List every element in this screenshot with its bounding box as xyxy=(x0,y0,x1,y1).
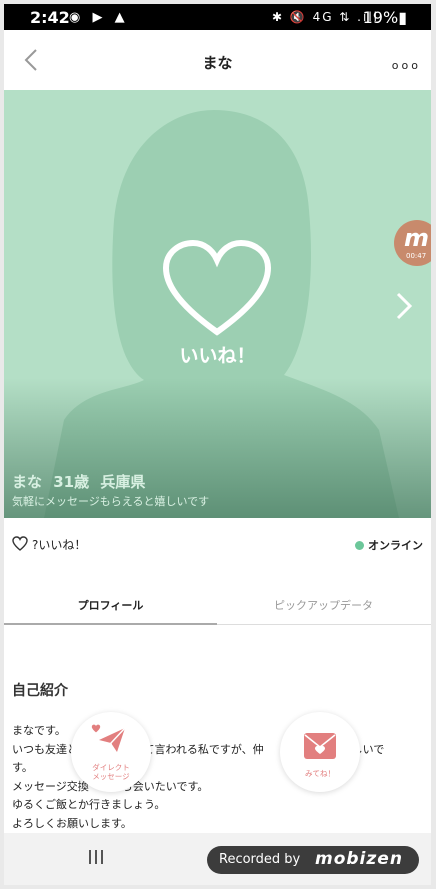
app-frame: 2:42 ◉ ▶ ▲ ✱ 🔇 4G ⇅ .ıll 19%▮ まな ooo いいね… xyxy=(4,4,431,885)
recents-icon[interactable] xyxy=(87,848,105,866)
online-status: オンライン xyxy=(355,537,423,553)
paper-plane-icon xyxy=(99,727,126,752)
direct-message-button[interactable]: ダイレクト メッセージ xyxy=(71,712,151,792)
active-tab-indicator xyxy=(4,623,217,625)
likes-row: ?いいね！ オンライン xyxy=(4,518,431,566)
small-heart-icon xyxy=(91,724,101,733)
mobizen-logo: mobizen xyxy=(315,849,403,869)
system-nav-bar: Recorded by mobizen xyxy=(4,833,431,885)
heart-outline-icon xyxy=(12,536,28,551)
profile-photo[interactable]: いいね！ まな 31歳 兵庫県 気軽にメッセージもらえると嬉しいです m 00:… xyxy=(4,90,431,518)
profile-tagline: 気軽にメッセージもらえると嬉しいです xyxy=(12,495,210,508)
direct-message-label-2: メッセージ xyxy=(92,772,130,781)
tab-pickup-data[interactable]: ピックアップデータ xyxy=(217,597,430,613)
more-options-icon[interactable]: ooo xyxy=(392,59,421,72)
recorded-by-text: Recorded by xyxy=(219,852,301,867)
section-title-self-intro: 自己紹介 xyxy=(12,683,68,699)
like-overlay-text: いいね！ xyxy=(179,345,256,367)
online-dot-icon xyxy=(355,541,364,550)
like-count-label: ?いいね！ xyxy=(32,538,87,552)
mitene-label: みてね！ xyxy=(305,769,335,778)
like-heart-icon xyxy=(162,240,272,336)
page-title: まな xyxy=(202,54,233,72)
profile-name-age-location: まな 31歳 兵庫県 xyxy=(12,473,146,491)
status-bar: 2:42 ◉ ▶ ▲ ✱ 🔇 4G ⇅ .ıll 19%▮ xyxy=(4,4,431,30)
mitene-button[interactable]: みてね！ xyxy=(280,712,360,792)
bio-line: よろしくお願いします。 xyxy=(12,816,132,830)
envelope-heart-icon xyxy=(304,733,336,759)
header: まな ooo xyxy=(4,30,431,90)
tab-bar: プロフィール ピックアップデータ xyxy=(4,584,431,625)
recorded-by-watermark: Recorded by mobizen xyxy=(207,846,419,874)
recording-timer: 00:47 xyxy=(406,252,427,260)
notification-icons: ◉ ▶ ▲ xyxy=(69,10,129,25)
recorder-logo: m xyxy=(404,224,430,252)
bio-line: ゆるくご飯とか行きましょう。 xyxy=(12,798,166,811)
online-label: オンライン xyxy=(368,539,423,552)
direct-message-label-1: ダイレクト xyxy=(92,763,130,772)
battery-indicator: 19%▮ xyxy=(362,8,407,27)
chevron-right-icon[interactable] xyxy=(394,290,414,322)
tab-profile[interactable]: プロフィール xyxy=(4,597,217,613)
status-time: 2:42 xyxy=(30,8,70,27)
